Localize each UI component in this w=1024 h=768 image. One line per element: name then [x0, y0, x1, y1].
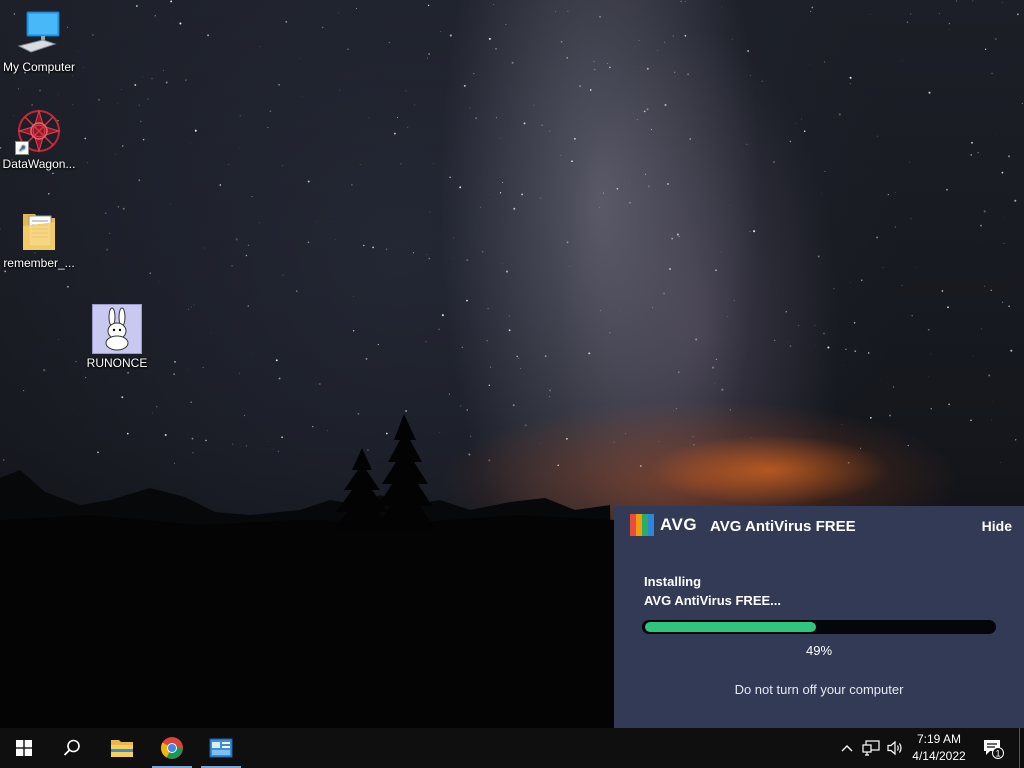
start-button[interactable] — [4, 728, 44, 768]
hide-button[interactable]: Hide — [982, 518, 1012, 534]
notification-icon: 1 — [984, 740, 1004, 759]
tray-volume[interactable] — [884, 728, 906, 768]
install-status-line2: AVG AntiVirus FREE... — [644, 593, 782, 608]
search-button[interactable] — [52, 728, 92, 768]
taskbar-file-explorer[interactable] — [102, 728, 142, 768]
install-progress-bar — [642, 620, 996, 634]
avg-install-notification: AVG AVG AntiVirus FREE Hide Installing A… — [614, 506, 1024, 728]
desktop-icon-my-computer[interactable]: My Computer — [0, 10, 81, 74]
clock-date: 4/14/2022 — [912, 749, 966, 763]
desktop-icon-label: RUNONCE — [86, 356, 148, 370]
computer-icon — [15, 10, 63, 58]
action-center-button[interactable]: 1 — [980, 728, 1006, 768]
taskbar-chrome[interactable] — [152, 728, 192, 768]
desktop-icon-label: remember_... — [3, 256, 75, 270]
avg-logo: AVG — [630, 514, 697, 536]
desktop-icon-datawagon[interactable]: ↗ DataWagon... — [0, 107, 81, 171]
windows-icon — [16, 740, 32, 756]
install-status-line1: Installing — [644, 574, 702, 589]
taskbar: 7:19 AM 4/14/2022 1 — [0, 728, 1024, 768]
rabbit-icon — [92, 304, 142, 354]
tray-network[interactable] — [860, 728, 882, 768]
search-icon — [63, 739, 80, 756]
shortcut-arrow-icon: ↗ — [15, 141, 29, 155]
chrome-icon — [161, 737, 183, 759]
install-warning: Do not turn off your computer — [734, 682, 904, 697]
avg-title: AVG AntiVirus FREE — [710, 518, 856, 535]
folder-icon — [111, 740, 133, 757]
show-desktop-button[interactable] — [1019, 728, 1024, 768]
clock-time: 7:19 AM — [916, 732, 962, 746]
desktop-icon-label: DataWagon... — [2, 157, 76, 171]
speaker-icon — [887, 740, 902, 756]
avg-logo-text: AVG — [660, 515, 698, 534]
avg-logo-icon — [630, 514, 654, 536]
desktop-icon-label: My Computer — [2, 60, 76, 74]
notification-count: 1 — [995, 749, 1000, 759]
network-icon — [862, 740, 880, 756]
taskbar-clock[interactable]: 7:19 AM 4/14/2022 — [906, 731, 972, 765]
tray-overflow-button[interactable] — [838, 728, 856, 768]
chevron-up-icon — [841, 745, 853, 752]
install-progress-percent: 49% — [805, 643, 833, 658]
install-progress-fill — [645, 622, 816, 632]
control-panel-icon — [209, 738, 233, 758]
desktop-icon-remember[interactable]: remember_... — [0, 206, 81, 270]
datawagon-app-icon: ↗ — [15, 107, 63, 155]
taskbar-control-panel[interactable] — [201, 728, 241, 768]
folder-icon — [15, 206, 63, 254]
desktop-icon-runonce[interactable]: RUNONCE — [75, 304, 159, 370]
avg-header: AVG AVG AntiVirus FREE Hide — [614, 506, 1024, 546]
